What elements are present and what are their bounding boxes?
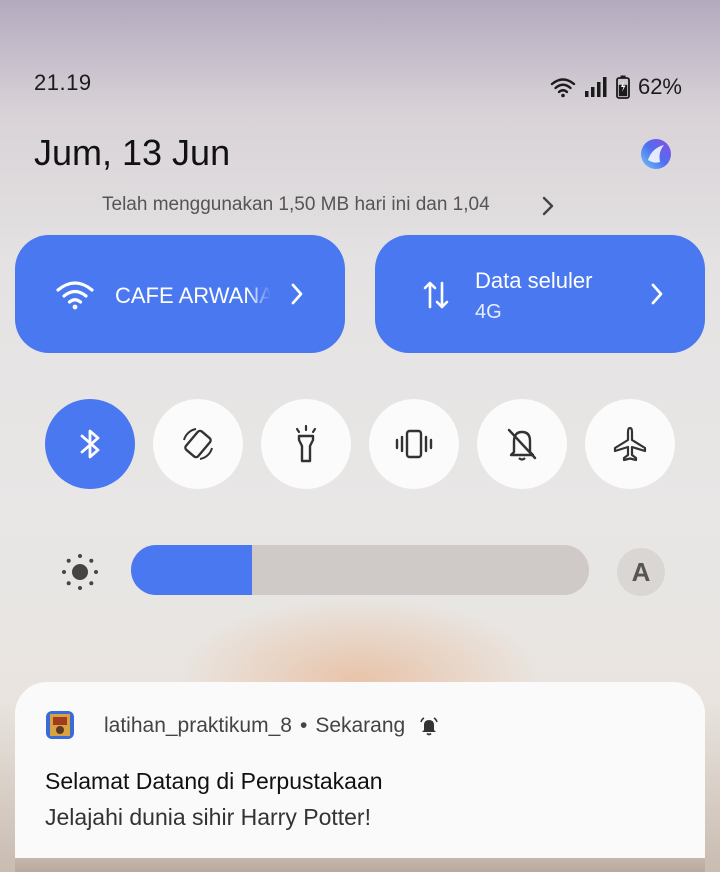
wifi-tile[interactable]: CAFE ARWANA bbox=[15, 235, 345, 353]
auto-brightness-button[interactable]: A bbox=[617, 548, 665, 596]
bluetooth-icon bbox=[80, 429, 100, 459]
brightness-slider[interactable] bbox=[131, 545, 589, 595]
app-name: latihan_praktikum_8 bbox=[104, 714, 292, 737]
battery-icon bbox=[616, 75, 630, 99]
notification-card[interactable]: latihan_praktikum_8 • Sekarang Selamat D… bbox=[15, 682, 705, 862]
mobile-data-tile[interactable]: Data seluler 4G bbox=[375, 235, 705, 353]
chevron-right-icon[interactable] bbox=[648, 281, 666, 307]
data-transfer-icon bbox=[423, 281, 449, 309]
date-label: Jum, 13 Jun bbox=[34, 132, 231, 173]
battery-percent: 62% bbox=[637, 74, 682, 99]
wifi-network-name: CAFE ARWANA bbox=[115, 283, 271, 308]
airplane-toggle[interactable] bbox=[585, 399, 675, 489]
notification-title: Selamat Datang di Perpustakaan bbox=[45, 768, 383, 794]
assistant-icon[interactable] bbox=[638, 136, 674, 172]
brightness-slider-fill[interactable] bbox=[131, 545, 253, 595]
network-type: 4G bbox=[475, 301, 502, 323]
vibrate-toggle[interactable] bbox=[369, 399, 459, 489]
notification-time: Sekarang bbox=[315, 714, 406, 737]
app-icon bbox=[46, 711, 74, 739]
status-icons: 62% bbox=[550, 74, 682, 100]
brightness-icon bbox=[62, 554, 98, 590]
flashlight-toggle[interactable] bbox=[261, 399, 351, 489]
wifi-icon bbox=[56, 281, 94, 310]
wifi-icon bbox=[550, 78, 576, 98]
bell-off-icon bbox=[507, 428, 537, 461]
status-time: 21.19 bbox=[34, 70, 92, 95]
separator-dot: • bbox=[299, 714, 308, 737]
chevron-right-icon[interactable] bbox=[540, 194, 556, 218]
mobile-data-label: Data seluler bbox=[475, 268, 593, 293]
vibrate-icon bbox=[395, 429, 433, 459]
signal-icon bbox=[584, 77, 607, 97]
flashlight-icon bbox=[295, 424, 317, 463]
data-usage-text[interactable]: Telah menggunakan 1,50 MB hari ini dan 1… bbox=[102, 194, 522, 216]
bluetooth-toggle[interactable] bbox=[45, 399, 135, 489]
bell-icon bbox=[420, 717, 438, 736]
rotate-icon bbox=[183, 428, 213, 460]
airplane-icon bbox=[613, 426, 647, 462]
notification-header: latihan_praktikum_8 • Sekarang bbox=[104, 714, 439, 738]
notification-divider bbox=[15, 858, 705, 872]
auto-rotate-toggle[interactable] bbox=[153, 399, 243, 489]
notification-body: Jelajahi dunia sihir Harry Potter! bbox=[45, 804, 371, 830]
silent-toggle[interactable] bbox=[477, 399, 567, 489]
chevron-right-icon[interactable] bbox=[288, 281, 306, 307]
